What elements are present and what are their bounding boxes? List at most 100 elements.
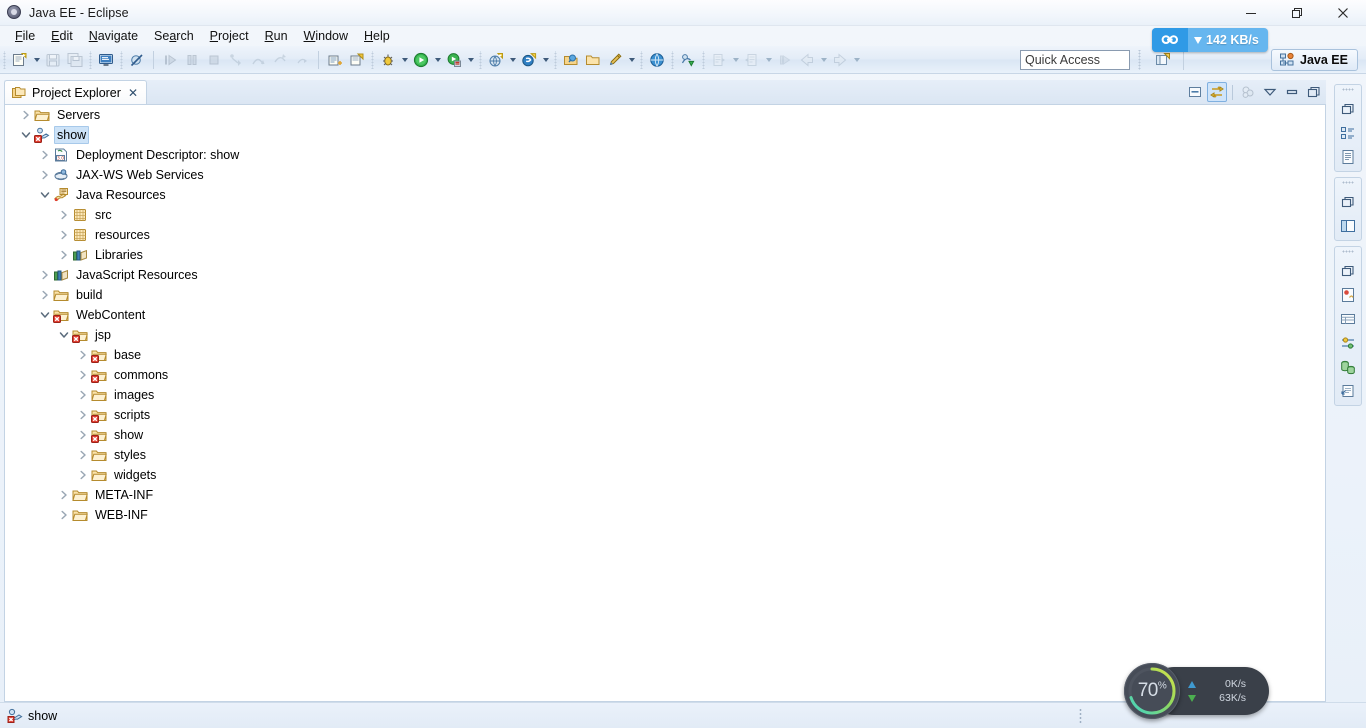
chevron-right-icon[interactable] bbox=[37, 165, 53, 185]
menu-project[interactable]: Project bbox=[202, 28, 257, 45]
tree-item-show[interactable]: show bbox=[5, 425, 1325, 445]
close-button[interactable] bbox=[1320, 0, 1366, 26]
run-dropdown-icon[interactable] bbox=[432, 49, 443, 71]
chevron-right-icon[interactable] bbox=[75, 365, 91, 385]
chevron-right-icon[interactable] bbox=[75, 345, 91, 365]
status-resize-grip[interactable] bbox=[1079, 708, 1084, 725]
tree-item-images[interactable]: images bbox=[5, 385, 1325, 405]
step-return-icon[interactable] bbox=[269, 49, 291, 71]
tree-item-scripts[interactable]: scripts bbox=[5, 405, 1325, 425]
tree-item-javascript-resources[interactable]: JavaScript Resources bbox=[5, 265, 1325, 285]
debug-icon[interactable] bbox=[377, 49, 399, 71]
toolbar-grip[interactable] bbox=[553, 50, 558, 69]
minimize-view-icon[interactable] bbox=[1282, 82, 1302, 102]
run-icon[interactable] bbox=[410, 49, 432, 71]
menu-file[interactable]: File bbox=[7, 28, 43, 45]
step-over-icon[interactable] bbox=[247, 49, 269, 71]
chevron-right-icon[interactable] bbox=[18, 105, 34, 125]
problems-view-icon[interactable] bbox=[1337, 285, 1359, 305]
tree-item-jax-ws-web-services[interactable]: JAX-WS Web Services bbox=[5, 165, 1325, 185]
new-annotation-icon[interactable] bbox=[346, 49, 368, 71]
maximize-view-icon[interactable] bbox=[1304, 82, 1324, 102]
new-wizard-icon[interactable] bbox=[9, 49, 31, 71]
chevron-right-icon[interactable] bbox=[56, 505, 72, 525]
new-wizard-dropdown-icon[interactable] bbox=[31, 49, 42, 71]
drop-to-frame-icon[interactable] bbox=[291, 49, 313, 71]
tree-item-widgets[interactable]: widgets bbox=[5, 465, 1325, 485]
open-resource-icon[interactable] bbox=[582, 49, 604, 71]
menu-search[interactable]: Search bbox=[146, 28, 202, 45]
tab-project-explorer[interactable]: Project Explorer ✕ bbox=[4, 80, 147, 104]
chevron-right-icon[interactable] bbox=[56, 245, 72, 265]
new-web-project-icon[interactable] bbox=[485, 49, 507, 71]
chevron-right-icon[interactable] bbox=[56, 205, 72, 225]
chevron-right-icon[interactable] bbox=[75, 445, 91, 465]
new-server-dropdown-icon[interactable] bbox=[540, 49, 551, 71]
tree-item-web-inf[interactable]: WEB-INF bbox=[5, 505, 1325, 525]
suspend-icon[interactable] bbox=[181, 49, 203, 71]
chevron-right-icon[interactable] bbox=[75, 425, 91, 445]
link-with-editor-icon[interactable] bbox=[1207, 82, 1227, 102]
snippets-view-icon[interactable] bbox=[1337, 381, 1359, 401]
back-dropdown-icon[interactable] bbox=[818, 49, 829, 71]
previous-edit-dropdown-icon[interactable] bbox=[730, 49, 741, 71]
debug-dropdown-icon[interactable] bbox=[399, 49, 410, 71]
palette-view-icon[interactable] bbox=[1337, 216, 1359, 236]
data-source-view-icon[interactable] bbox=[1337, 357, 1359, 377]
resume-icon[interactable] bbox=[159, 49, 181, 71]
open-web-browser-icon[interactable] bbox=[646, 49, 668, 71]
tree-item-jsp[interactable]: jsp bbox=[5, 325, 1325, 345]
run-last-tool-icon[interactable] bbox=[677, 49, 699, 71]
search-pencil-icon[interactable] bbox=[604, 49, 626, 71]
console-icon[interactable] bbox=[95, 49, 117, 71]
toolbar-grip[interactable] bbox=[639, 50, 644, 69]
chevron-down-icon[interactable] bbox=[18, 125, 34, 145]
restore-group-icon[interactable] bbox=[1337, 261, 1359, 281]
group-grip[interactable] bbox=[1342, 88, 1354, 93]
menu-window[interactable]: Window bbox=[296, 28, 356, 45]
run-server-dropdown-icon[interactable] bbox=[465, 49, 476, 71]
tree-item-src[interactable]: src bbox=[5, 205, 1325, 225]
view-menu-icon[interactable] bbox=[1260, 82, 1280, 102]
chevron-right-icon[interactable] bbox=[37, 265, 53, 285]
toolbar-grip[interactable] bbox=[2, 50, 7, 69]
restore-group-icon[interactable] bbox=[1337, 192, 1359, 212]
servers-view-icon[interactable] bbox=[1337, 309, 1359, 329]
restore-group-icon[interactable] bbox=[1337, 99, 1359, 119]
menu-run[interactable]: Run bbox=[257, 28, 296, 45]
tree-item-libraries[interactable]: Libraries bbox=[5, 245, 1325, 265]
tree-item-show[interactable]: show bbox=[5, 125, 1325, 145]
tree-item-build[interactable]: build bbox=[5, 285, 1325, 305]
tree-item-java-resources[interactable]: Java Resources bbox=[5, 185, 1325, 205]
performance-widget[interactable]: 0K/s 63K/s 70% bbox=[1124, 663, 1269, 719]
group-grip[interactable] bbox=[1342, 250, 1354, 255]
chevron-right-icon[interactable] bbox=[75, 465, 91, 485]
menu-navigate[interactable]: Navigate bbox=[81, 28, 146, 45]
close-icon[interactable]: ✕ bbox=[128, 87, 138, 99]
view-menu-filter-icon[interactable] bbox=[1238, 82, 1258, 102]
chevron-right-icon[interactable] bbox=[37, 285, 53, 305]
back-icon[interactable] bbox=[796, 49, 818, 71]
forward-icon[interactable] bbox=[829, 49, 851, 71]
menu-help[interactable]: Help bbox=[356, 28, 398, 45]
step-into-icon[interactable] bbox=[225, 49, 247, 71]
toolbar-grip[interactable] bbox=[88, 50, 93, 69]
perspective-tab-java-ee[interactable]: Java EE bbox=[1271, 49, 1358, 71]
maximize-button[interactable] bbox=[1274, 0, 1320, 26]
chevron-down-icon[interactable] bbox=[37, 185, 53, 205]
menu-edit[interactable]: Edit bbox=[43, 28, 81, 45]
save-all-icon[interactable] bbox=[64, 49, 86, 71]
chevron-right-icon[interactable] bbox=[56, 485, 72, 505]
task-list-view-icon[interactable] bbox=[1337, 147, 1359, 167]
new-web-project-dropdown-icon[interactable] bbox=[507, 49, 518, 71]
next-edit-icon[interactable] bbox=[741, 49, 763, 71]
group-grip[interactable] bbox=[1342, 181, 1354, 186]
tree-item-deployment-descriptor-show[interactable]: 3.0 Deployment Descriptor: show bbox=[5, 145, 1325, 165]
new-java-class-icon[interactable] bbox=[324, 49, 346, 71]
toolbar-grip[interactable] bbox=[478, 50, 483, 69]
toolbar-grip[interactable] bbox=[701, 50, 706, 69]
open-type-icon[interactable] bbox=[560, 49, 582, 71]
tree-item-commons[interactable]: commons bbox=[5, 365, 1325, 385]
toolbar-grip[interactable] bbox=[119, 50, 124, 69]
tree-item-meta-inf[interactable]: META-INF bbox=[5, 485, 1325, 505]
